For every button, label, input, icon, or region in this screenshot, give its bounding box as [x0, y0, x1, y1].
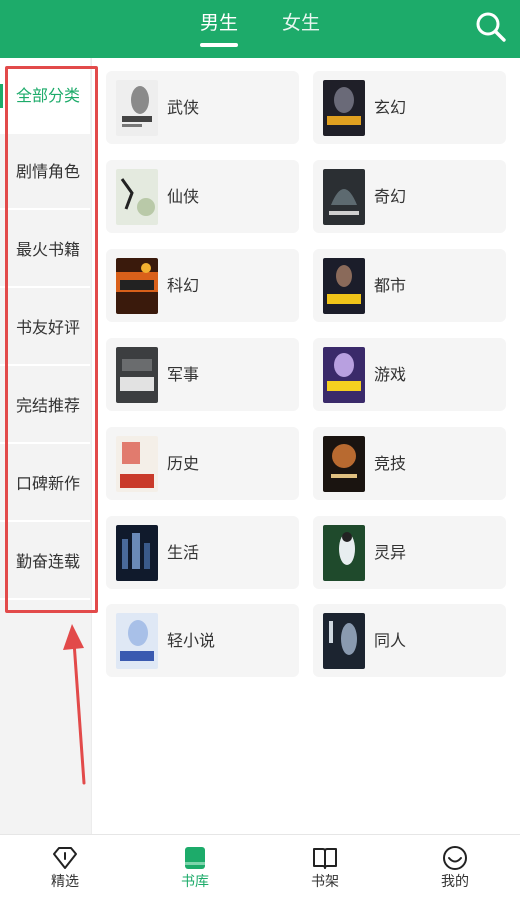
nav-profile[interactable]: 我的 — [390, 835, 520, 899]
book-cover-qihuan-icon — [323, 169, 365, 225]
book-cover-xuanhuan-icon — [323, 80, 365, 136]
book-cover-sports-icon — [323, 436, 365, 492]
category-card-fan-fiction[interactable]: 同人 — [313, 604, 506, 677]
category-label: 军事 — [167, 365, 200, 384]
category-card-wuxia[interactable]: 武侠 — [106, 71, 299, 144]
category-label: 生活 — [167, 543, 200, 562]
category-label: 轻小说 — [167, 631, 216, 650]
bottom-navigation: 精选 书库 书架 我的 — [0, 834, 520, 899]
nav-featured[interactable]: 精选 — [0, 835, 130, 899]
nav-label: 我的 — [441, 874, 469, 890]
category-label: 奇幻 — [374, 187, 407, 206]
book-cover-history-icon — [116, 436, 158, 492]
category-label: 游戏 — [374, 365, 407, 384]
book-cover-military-icon — [116, 347, 158, 403]
book-cover-wuxia-icon — [116, 80, 158, 136]
tab-active-underline — [200, 43, 239, 47]
category-label: 都市 — [374, 276, 407, 295]
book-cover-life-icon — [116, 525, 158, 581]
nav-library[interactable]: 书库 — [130, 835, 260, 899]
book-cover-light-novel-icon — [116, 613, 158, 669]
category-label: 同人 — [374, 631, 407, 650]
nav-label: 书库 — [181, 874, 209, 890]
tab-male-label: 男生 — [200, 12, 239, 34]
top-bar: 男生 女生 — [0, 0, 520, 58]
nav-bookshelf[interactable]: 书架 — [260, 835, 390, 899]
category-label: 科幻 — [167, 276, 200, 295]
category-label: 仙侠 — [167, 187, 200, 206]
category-card-sports[interactable]: 竞技 — [313, 427, 506, 500]
annotation-highlight-box — [5, 66, 98, 613]
category-label: 竞技 — [374, 454, 407, 473]
book-cover-urban-icon — [323, 258, 365, 314]
book-cover-fan-fiction-icon — [323, 613, 365, 669]
nav-label: 精选 — [51, 874, 79, 890]
category-card-life[interactable]: 生活 — [106, 516, 299, 589]
tab-male[interactable]: 男生 — [200, 11, 239, 47]
category-card-xuanhuan[interactable]: 玄幻 — [313, 71, 506, 144]
category-card-xianxia[interactable]: 仙侠 — [106, 160, 299, 233]
book-cover-scifi-icon — [116, 258, 158, 314]
book-icon — [185, 847, 205, 869]
active-indicator — [0, 84, 3, 108]
book-cover-supernatural-icon — [323, 525, 365, 581]
annotation-arrow-icon — [63, 624, 86, 785]
category-card-supernatural[interactable]: 灵异 — [313, 516, 506, 589]
category-label: 历史 — [167, 454, 200, 473]
category-label: 玄幻 — [374, 98, 407, 117]
tab-female[interactable]: 女生 — [282, 11, 320, 35]
category-card-history[interactable]: 历史 — [106, 427, 299, 500]
category-card-military[interactable]: 军事 — [106, 338, 299, 411]
category-label: 灵异 — [374, 543, 407, 562]
category-card-urban[interactable]: 都市 — [313, 249, 506, 322]
open-book-icon — [313, 848, 337, 869]
category-label: 武侠 — [167, 98, 200, 117]
nav-label: 书架 — [311, 874, 339, 890]
smile-icon — [443, 846, 467, 870]
category-card-qihuan[interactable]: 奇幻 — [313, 160, 506, 233]
category-card-scifi[interactable]: 科幻 — [106, 249, 299, 322]
book-cover-games-icon — [323, 347, 365, 403]
book-cover-xianxia-icon — [116, 169, 158, 225]
tab-female-label: 女生 — [282, 12, 321, 34]
diamond-icon — [53, 847, 77, 869]
category-card-games[interactable]: 游戏 — [313, 338, 506, 411]
search-icon[interactable] — [474, 10, 508, 44]
category-card-light-novel[interactable]: 轻小说 — [106, 604, 299, 677]
